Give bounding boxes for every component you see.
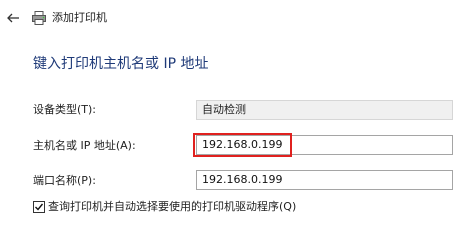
device-type-select[interactable]: 自动检测: [196, 100, 453, 120]
hostname-label: 主机名或 IP 地址(A):: [33, 139, 136, 152]
add-printer-window: 添加打印机 键入打印机主机名或 IP 地址 设备类型(T): 自动检测 主机名或…: [0, 0, 453, 249]
hostname-input[interactable]: 192.168.0.199: [196, 135, 453, 155]
port-name-label: 端口名称(P):: [33, 174, 96, 187]
printer-icon: [31, 10, 47, 26]
query-printer-label[interactable]: 查询打印机并自动选择要使用的打印机驱动程序(Q): [48, 200, 296, 214]
port-name-input[interactable]: 192.168.0.199: [196, 170, 453, 190]
device-type-label: 设备类型(T):: [33, 103, 97, 116]
window-title: 添加打印机: [52, 11, 107, 24]
back-arrow-icon: [7, 13, 19, 23]
page-heading: 键入打印机主机名或 IP 地址: [33, 56, 209, 72]
checkmark-icon: [35, 203, 44, 211]
query-printer-checkbox[interactable]: [33, 201, 45, 213]
back-button[interactable]: [4, 9, 22, 27]
title-bar: 添加打印机: [0, 0, 453, 36]
